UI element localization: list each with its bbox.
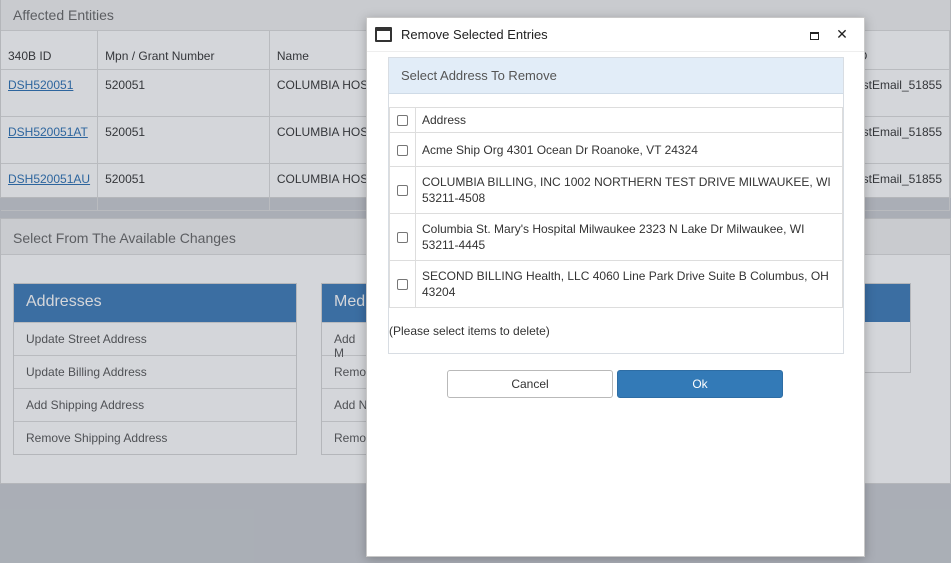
section-title: Select Address To Remove bbox=[389, 58, 843, 94]
maximize-button[interactable] bbox=[800, 27, 828, 43]
close-button[interactable]: ✕ bbox=[828, 26, 856, 43]
select-all-checkbox[interactable] bbox=[397, 115, 408, 127]
selection-note: (Please select items to delete) bbox=[389, 324, 550, 338]
address-selection-box: Select Address To Remove Address Acme Sh… bbox=[388, 57, 844, 354]
table-row: SECOND BILLING Health, LLC 4060 Line Par… bbox=[389, 260, 843, 308]
table-row: COLUMBIA BILLING, INC 1002 NORTHERN TEST… bbox=[389, 166, 843, 214]
row-checkbox[interactable] bbox=[397, 279, 408, 291]
window-icon bbox=[375, 27, 392, 42]
cancel-button[interactable]: Cancel bbox=[447, 370, 613, 398]
ok-button[interactable]: Ok bbox=[617, 370, 783, 398]
address-cell: Columbia St. Mary's Hospital Milwaukee 2… bbox=[415, 213, 843, 261]
table-row: Acme Ship Org 4301 Ocean Dr Roanoke, VT … bbox=[389, 132, 843, 167]
row-checkbox[interactable] bbox=[397, 144, 408, 156]
row-checkbox[interactable] bbox=[397, 232, 408, 244]
close-icon: ✕ bbox=[836, 26, 848, 42]
maximize-icon bbox=[809, 31, 819, 40]
address-cell: Acme Ship Org 4301 Ocean Dr Roanoke, VT … bbox=[415, 132, 843, 167]
address-cell: COLUMBIA BILLING, INC 1002 NORTHERN TEST… bbox=[415, 166, 843, 214]
address-header-row: Address bbox=[389, 107, 843, 133]
remove-entries-dialog: Remove Selected Entries ✕ Select Address… bbox=[366, 17, 865, 557]
address-column-header: Address bbox=[415, 107, 843, 133]
row-checkbox[interactable] bbox=[397, 185, 408, 197]
address-table: Address Acme Ship Org 4301 Ocean Dr Roan… bbox=[389, 107, 843, 308]
table-row: Columbia St. Mary's Hospital Milwaukee 2… bbox=[389, 213, 843, 261]
dialog-title: Remove Selected Entries bbox=[401, 27, 548, 42]
dialog-titlebar: Remove Selected Entries ✕ bbox=[367, 18, 864, 52]
address-cell: SECOND BILLING Health, LLC 4060 Line Par… bbox=[415, 260, 843, 308]
